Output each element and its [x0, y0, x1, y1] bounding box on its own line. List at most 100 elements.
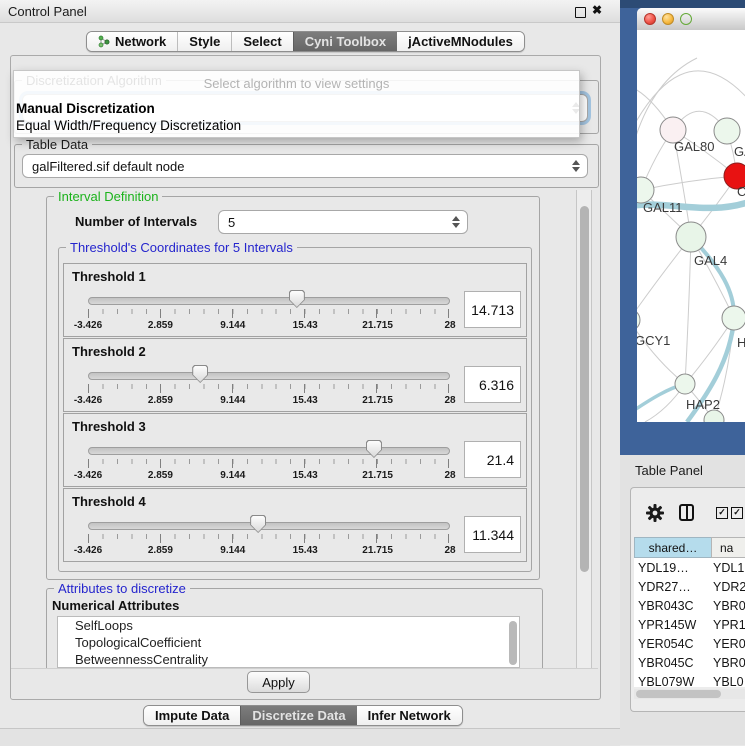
panel-title: Control Panel [8, 4, 87, 19]
list-item[interactable]: BetweennessCentrality [58, 651, 519, 668]
node-hap2[interactable] [675, 374, 695, 394]
control-panel-titlebar: Control Panel ✖ [0, 0, 620, 23]
threshold-4-slider[interactable]: -3.426 2.859 9.144 15.43 21.715 28 [88, 517, 450, 557]
checkbox-icon[interactable]: ✓ [716, 507, 728, 519]
checkbox-icon[interactable]: ✓ [731, 507, 743, 519]
zoom-traffic-light-icon[interactable] [680, 13, 692, 25]
table-cell[interactable]: YBR0 [713, 656, 745, 670]
slider-thumb[interactable] [192, 365, 208, 383]
tab-jactivemnodules[interactable]: jActiveMNodules [397, 32, 524, 51]
tab-cyni-toolbox[interactable]: Cyni Toolbox [293, 32, 397, 51]
column-header-name[interactable]: na [711, 537, 745, 558]
table-cell[interactable]: YER054C [634, 637, 715, 651]
list-scrollbar-thumb[interactable] [509, 621, 517, 665]
apply-button[interactable]: Apply [247, 671, 310, 693]
network-canvas[interactable]: GAL80 GA C GAL11 GAL4 GCY1 H HAP2 [637, 30, 745, 422]
table-cell[interactable]: YDR27… [634, 580, 715, 594]
tab-infer-network[interactable]: Infer Network [357, 706, 462, 725]
table-cell[interactable]: YBR045C [634, 656, 715, 670]
numerical-attributes-list[interactable]: SelfLoops TopologicalCoefficient Between… [57, 616, 520, 668]
threshold-1-value-field[interactable]: 14.713 [464, 291, 521, 328]
table-cell[interactable]: YER0 [713, 637, 745, 651]
bottom-tab-bar: Impute Data Discretize Data Infer Networ… [143, 705, 463, 726]
network-window-titlebar [637, 8, 745, 31]
list-item[interactable]: TopologicalCoefficient [58, 634, 519, 651]
table-cell[interactable]: YPR1 [713, 618, 745, 632]
threshold-3-panel: Threshold 3 -3.426 2.859 9.144 15.43 21.… [63, 413, 527, 487]
number-of-intervals-label: Number of Intervals [75, 214, 197, 229]
node-label-hap2: HAP2 [686, 397, 720, 412]
table-cell[interactable]: YBL0 [713, 675, 744, 687]
numerical-attributes-label: Numerical Attributes [52, 598, 179, 613]
close-traffic-light-icon[interactable] [644, 13, 656, 25]
threshold-2-label: Threshold 2 [72, 344, 146, 359]
tick-label: 9.144 [220, 470, 245, 481]
scrollbar-thumb[interactable] [636, 690, 721, 698]
node-label-partial-ga: GA [734, 144, 745, 159]
threshold-2-value-field[interactable]: 6.316 [464, 366, 521, 403]
node-label-gcy1: GCY1 [637, 333, 670, 348]
slider-track[interactable] [88, 447, 450, 455]
popup-option-manual[interactable]: Manual Discretization [16, 101, 155, 116]
threshold-3-value-field[interactable]: 21.4 [464, 441, 521, 478]
table-cell[interactable]: YDR2 [713, 580, 745, 594]
gear-icon[interactable] [646, 504, 664, 522]
tick-label: 21.715 [362, 545, 393, 556]
popup-option-equal-width[interactable]: Equal Width/Frequency Discretization [16, 118, 241, 133]
float-window-icon[interactable] [575, 7, 586, 18]
table-cell[interactable]: YPR145W [634, 618, 715, 632]
table-horizontal-scrollbar[interactable] [634, 689, 745, 699]
slider-track[interactable] [88, 297, 450, 305]
threshold-2-slider[interactable]: -3.426 2.859 9.144 15.43 21.715 28 [88, 367, 450, 407]
slider-track[interactable] [88, 372, 450, 380]
split-columns-icon[interactable] [679, 504, 694, 521]
threshold-3-slider[interactable]: -3.426 2.859 9.144 15.43 21.715 28 [88, 442, 450, 482]
tab-style[interactable]: Style [177, 32, 231, 51]
column-header-shared-name[interactable]: shared… [634, 537, 712, 558]
minimize-traffic-light-icon[interactable] [662, 13, 674, 25]
node-label-h: H [737, 335, 745, 350]
tick-label: -3.426 [74, 320, 102, 331]
tick-label: 2.859 [148, 470, 173, 481]
tick-label: 9.144 [220, 320, 245, 331]
tab-impute-data[interactable]: Impute Data [144, 706, 240, 725]
table-data-combobox[interactable]: galFiltered.sif default node [22, 154, 588, 178]
tick-label: 28 [444, 545, 455, 556]
table-cell[interactable]: YBL079W [634, 675, 715, 687]
node-gcy1[interactable] [637, 309, 640, 331]
settings-scrollbar[interactable] [576, 190, 592, 668]
node-gal4[interactable] [676, 222, 706, 252]
table-cell[interactable]: YDL19… [634, 561, 715, 575]
slider-thumb[interactable] [366, 440, 382, 458]
table-cell[interactable]: YDL1 [713, 561, 744, 575]
node-label-gal80: GAL80 [674, 139, 714, 154]
node-attribute-table[interactable]: shared… na YDL19…YDL1 YDR27…YDR2 YBR043C… [634, 537, 745, 687]
network-graph [637, 30, 745, 422]
scrollbar-thumb[interactable] [580, 206, 589, 572]
tab-network[interactable]: Network [87, 32, 177, 51]
tick-label: -3.426 [74, 470, 102, 481]
tick-label: 21.715 [362, 470, 393, 481]
threshold-3-label: Threshold 3 [72, 419, 146, 434]
node-h[interactable] [722, 306, 745, 330]
threshold-4-value-field[interactable]: 11.344 [464, 516, 521, 553]
tab-select[interactable]: Select [231, 32, 292, 51]
algorithm-dropdown-popup: Select algorithm to view settings Manual… [13, 70, 580, 138]
threshold-1-slider[interactable]: -3.426 2.859 9.144 15.43 21.715 28 [88, 292, 450, 332]
table-cell[interactable]: YBR043C [634, 599, 715, 613]
slider-thumb[interactable] [289, 290, 305, 308]
close-icon[interactable]: ✖ [592, 3, 602, 17]
tick-label: 15.43 [293, 320, 318, 331]
table-cell[interactable]: YBR0 [713, 599, 745, 613]
tick-label: 28 [444, 320, 455, 331]
list-item[interactable]: SelfLoops [58, 617, 519, 634]
slider-thumb[interactable] [250, 515, 266, 533]
tick-label: -3.426 [74, 545, 102, 556]
tab-discretize-data[interactable]: Discretize Data [240, 706, 356, 725]
tab-label: Network [115, 32, 166, 51]
node-partial-top[interactable] [714, 118, 740, 144]
slider-track[interactable] [88, 522, 450, 530]
threshold-4-label: Threshold 4 [72, 494, 146, 509]
tick-label: 2.859 [148, 545, 173, 556]
number-of-intervals-combobox[interactable]: 5 [218, 210, 468, 234]
